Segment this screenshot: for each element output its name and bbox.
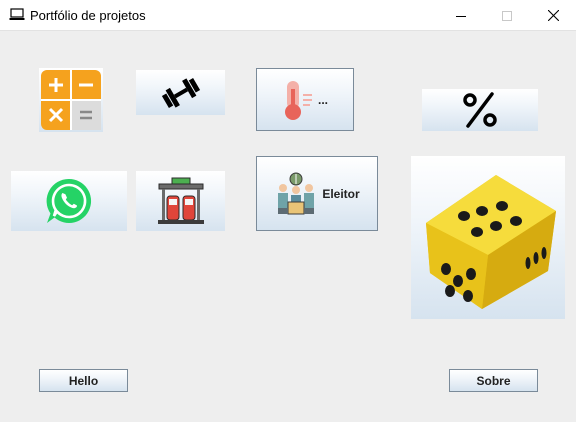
title-bar: Portfólio de projetos <box>0 0 576 31</box>
temperature-button[interactable]: ... <box>256 68 354 131</box>
percent-button[interactable] <box>422 89 538 131</box>
close-icon <box>547 10 559 21</box>
maximize-icon <box>502 10 512 21</box>
content-panel: ... Eleitor Hello Sobre <box>0 31 576 422</box>
calculator-button[interactable] <box>39 68 103 132</box>
temperature-label: ... <box>317 92 328 107</box>
voter-label: Eleitor <box>322 186 360 201</box>
hello-label: Hello <box>68 373 99 388</box>
dice-button[interactable] <box>411 156 565 319</box>
gas-station-icon <box>157 177 204 224</box>
dumbbell-icon <box>161 77 200 108</box>
gas-station-button[interactable] <box>136 171 225 231</box>
calculator-icon <box>41 70 101 130</box>
laptop-icon <box>9 8 25 20</box>
minimize-icon <box>456 15 466 17</box>
whatsapp-icon <box>46 178 92 223</box>
window-title: Portfólio de projetos <box>30 8 146 23</box>
about-button[interactable]: Sobre <box>449 369 538 392</box>
whatsapp-button[interactable] <box>11 171 127 231</box>
maximize-button[interactable] <box>484 0 530 31</box>
dice-icon <box>426 174 556 309</box>
hello-button[interactable]: Hello <box>39 369 128 392</box>
voters-icon <box>278 172 315 214</box>
close-button[interactable] <box>530 0 576 31</box>
thermometer-icon <box>284 80 312 120</box>
fitness-button[interactable] <box>136 70 225 115</box>
voter-button[interactable]: Eleitor <box>256 156 378 231</box>
minimize-button[interactable] <box>438 0 484 31</box>
about-label: Sobre <box>476 373 511 388</box>
percent-icon <box>463 92 497 128</box>
